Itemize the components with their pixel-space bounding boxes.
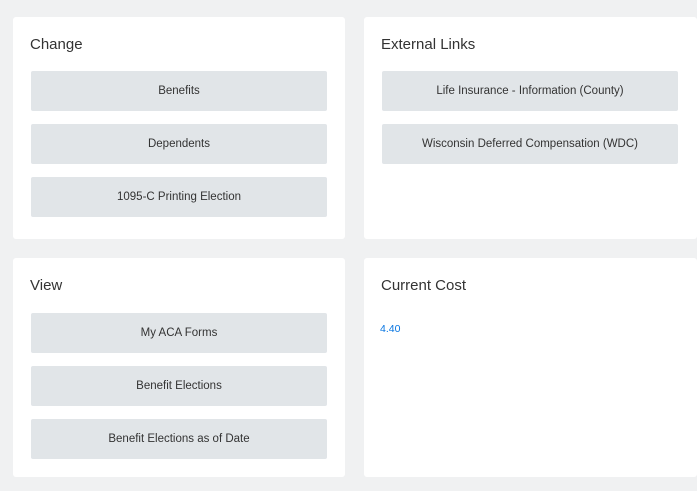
my-aca-forms-button[interactable]: My ACA Forms [31, 313, 327, 353]
current-cost-card: Current Cost 4.40 [364, 258, 697, 477]
1095c-printing-election-button[interactable]: 1095-C Printing Election [31, 177, 327, 217]
current-cost-card-title: Current Cost [381, 277, 467, 294]
external-links-card-title: External Links [381, 36, 476, 53]
change-card: Change Benefits Dependents 1095-C Printi… [13, 17, 345, 239]
view-card-title: View [30, 277, 63, 294]
view-card: View My ACA Forms Benefit Elections Bene… [13, 258, 345, 477]
external-links-card: External Links Life Insurance - Informat… [364, 17, 697, 239]
life-insurance-link-button[interactable]: Life Insurance - Information (County) [382, 71, 678, 111]
current-cost-value-link[interactable]: 4.40 [380, 323, 400, 335]
benefits-button[interactable]: Benefits [31, 71, 327, 111]
dependents-button[interactable]: Dependents [31, 124, 327, 164]
benefit-elections-button[interactable]: Benefit Elections [31, 366, 327, 406]
change-card-title: Change [30, 36, 83, 53]
benefits-dashboard: Change Benefits Dependents 1095-C Printi… [0, 0, 697, 491]
benefit-elections-as-of-date-button[interactable]: Benefit Elections as of Date [31, 419, 327, 459]
wisconsin-deferred-compensation-link-button[interactable]: Wisconsin Deferred Compensation (WDC) [382, 124, 678, 164]
